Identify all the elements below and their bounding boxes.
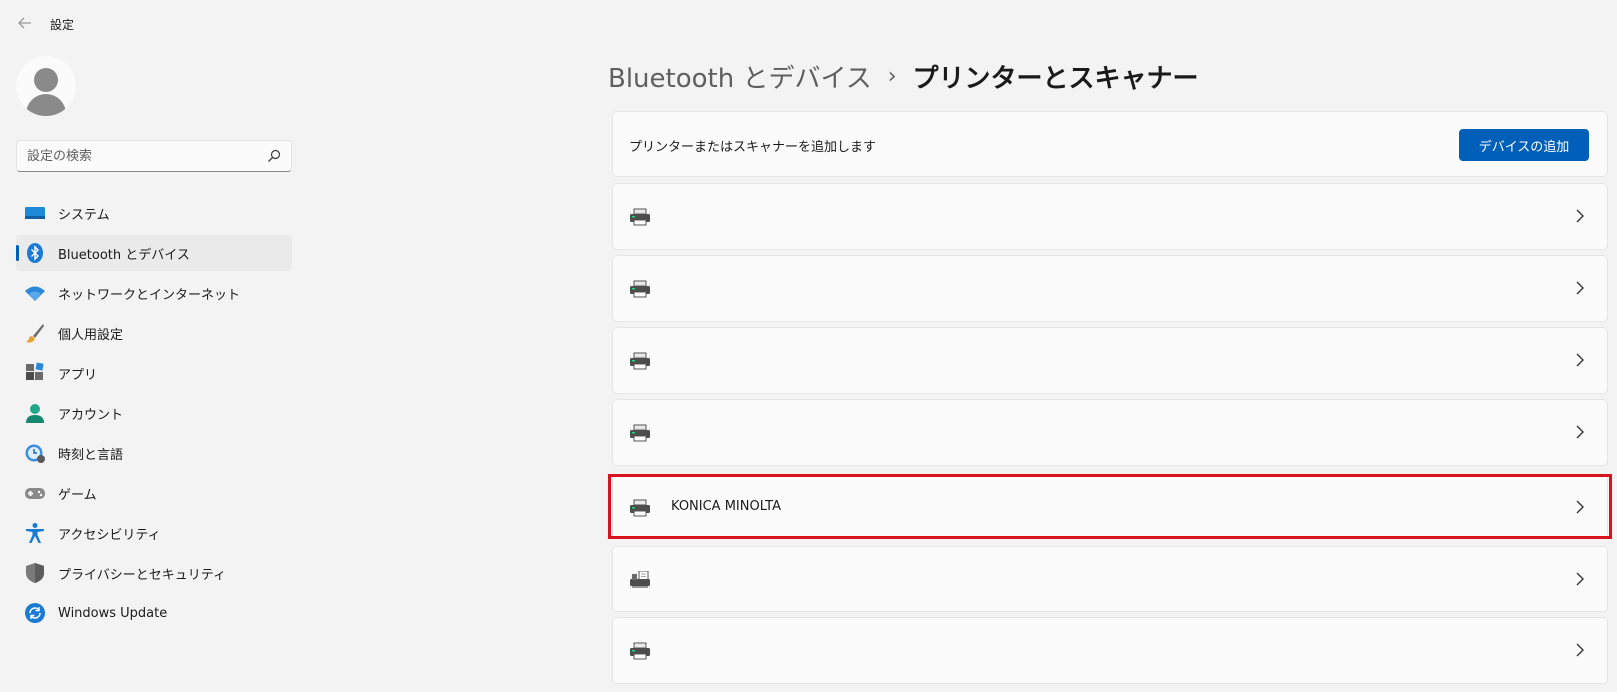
sidebar-item-label: Bluetooth とデバイス: [58, 247, 190, 263]
printer-item[interactable]: [612, 183, 1608, 250]
chevron-right-icon: [1576, 425, 1584, 439]
shield-icon: [24, 562, 46, 584]
printer-icon: [630, 642, 650, 660]
printer-name: KONICA MINOLTA: [671, 499, 781, 514]
title-bar: 設定: [0, 0, 1617, 46]
printer-item[interactable]: [612, 327, 1608, 394]
printer-icon: [630, 208, 650, 226]
printer-icon: [630, 499, 650, 517]
printer-icon: [630, 424, 650, 442]
fax-icon: [630, 571, 650, 588]
chevron-right-icon: [1576, 353, 1584, 367]
sidebar-item-network[interactable]: ネットワークとインターネット: [16, 275, 292, 311]
accessibility-icon: [24, 522, 46, 544]
sidebar-item-bluetooth[interactable]: Bluetooth とデバイス: [16, 235, 292, 271]
sidebar-item-label: アカウント: [58, 407, 124, 423]
sidebar-item-label: 時刻と言語: [58, 447, 124, 463]
sidebar-item-label: Windows Update: [58, 605, 168, 621]
sidebar-item-personalization[interactable]: 個人用設定: [16, 315, 292, 351]
printer-item[interactable]: [612, 399, 1608, 466]
search-icon[interactable]: [267, 149, 281, 163]
page-title: プリンターとスキャナー: [912, 63, 1199, 94]
sidebar-nav: システム Bluetooth とデバイス ネットワークとインターネット 個人用設…: [16, 195, 292, 635]
sidebar-item-apps[interactable]: アプリ: [16, 355, 292, 391]
printer-icon: [630, 280, 650, 298]
avatar[interactable]: [16, 56, 76, 116]
app-title: 設定: [50, 18, 75, 32]
sidebar-item-system[interactable]: システム: [16, 195, 292, 231]
system-icon: [24, 202, 46, 224]
breadcrumb: Bluetooth とデバイス › プリンターとスキャナー: [608, 56, 1199, 96]
sidebar-item-privacy[interactable]: プライバシーとセキュリティ: [16, 555, 292, 591]
avatar-body: [26, 94, 66, 116]
sidebar-item-label: 個人用設定: [58, 327, 124, 343]
search-input[interactable]: [27, 147, 257, 165]
breadcrumb-separator: ›: [887, 63, 897, 89]
add-device-button[interactable]: デバイスの追加: [1459, 129, 1589, 161]
account-icon: [24, 402, 46, 424]
windows-update-icon: [24, 602, 46, 624]
chevron-right-icon: [1576, 643, 1584, 657]
sidebar-item-label: アクセシビリティ: [58, 527, 161, 543]
printer-item[interactable]: [612, 617, 1608, 684]
sidebar-item-time-language[interactable]: 時刻と言語: [16, 435, 292, 471]
avatar-head: [34, 68, 58, 92]
brush-icon: [24, 322, 46, 344]
add-device-card: プリンターまたはスキャナーを追加します デバイスの追加: [612, 111, 1608, 177]
chevron-right-icon: [1576, 209, 1584, 223]
time-language-icon: [24, 442, 46, 464]
sidebar-item-windows-update[interactable]: Windows Update: [16, 595, 292, 631]
chevron-right-icon: [1576, 572, 1584, 586]
sidebar-item-label: ゲーム: [58, 487, 97, 503]
printer-item[interactable]: [612, 255, 1608, 322]
selection-indicator: [16, 245, 19, 261]
breadcrumb-parent[interactable]: Bluetooth とデバイス: [608, 58, 872, 95]
sidebar-item-gaming[interactable]: ゲーム: [16, 475, 292, 511]
back-button[interactable]: [14, 14, 36, 32]
sidebar-item-accounts[interactable]: アカウント: [16, 395, 292, 431]
printer-item-konica-minolta[interactable]: KONICA MINOLTA: [612, 474, 1608, 539]
add-device-text: プリンターまたはスキャナーを追加します: [629, 140, 877, 155]
apps-icon: [24, 362, 46, 384]
chevron-right-icon: [1576, 500, 1584, 514]
sidebar-item-label: システム: [58, 207, 110, 223]
chevron-right-icon: [1576, 281, 1584, 295]
printer-icon: [630, 352, 650, 370]
printer-item[interactable]: [612, 546, 1608, 612]
sidebar-item-label: プライバシーとセキュリティ: [58, 567, 226, 583]
sidebar-item-label: アプリ: [58, 367, 98, 383]
wifi-icon: [24, 282, 46, 304]
gamepad-icon: [24, 482, 46, 504]
search-box[interactable]: [16, 140, 292, 172]
sidebar-item-accessibility[interactable]: アクセシビリティ: [16, 515, 292, 551]
back-arrow-icon: [18, 17, 31, 29]
sidebar-item-label: ネットワークとインターネット: [58, 287, 241, 303]
bluetooth-icon: [24, 242, 46, 264]
